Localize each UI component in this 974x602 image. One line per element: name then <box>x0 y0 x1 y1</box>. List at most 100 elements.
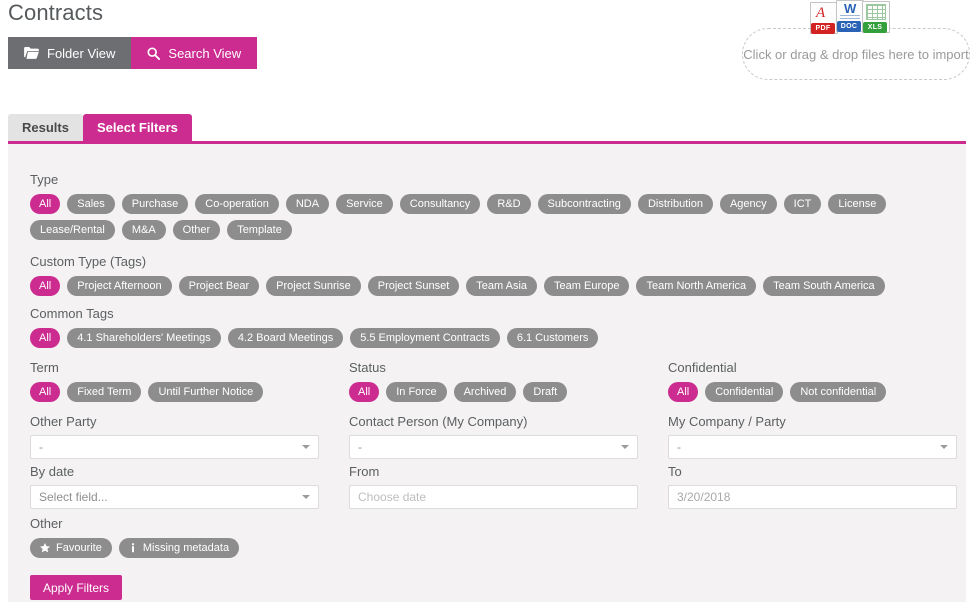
apply-filters-button[interactable]: Apply Filters <box>30 575 122 600</box>
page-title: Contracts <box>8 0 103 26</box>
term-chip-until-further-notice[interactable]: Until Further Notice <box>148 382 263 402</box>
status-chip-archived[interactable]: Archived <box>454 382 517 402</box>
custom-type-chip-all[interactable]: All <box>30 276 60 296</box>
status-chip-draft[interactable]: Draft <box>523 382 567 402</box>
type-chip-co-operation[interactable]: Co-operation <box>195 194 279 214</box>
filter-tabs: Results Select Filters <box>8 114 192 141</box>
file-dropzone[interactable]: Click or drag & drop files here to impor… <box>742 28 970 80</box>
chip-favourite-label: Favourite <box>56 543 102 554</box>
type-chip-lease-rental[interactable]: Lease/Rental <box>30 220 115 240</box>
type-chip-agency[interactable]: Agency <box>720 194 777 214</box>
type-chip-service[interactable]: Service <box>336 194 393 214</box>
term-chip-all[interactable]: All <box>30 382 60 402</box>
common-tags-chip-6-1-customers[interactable]: 6.1 Customers <box>507 328 599 348</box>
confidential-label: Confidential <box>668 360 966 375</box>
apply-filters-wrap: Apply Filters <box>30 575 122 600</box>
chip-favourite[interactable]: Favourite <box>30 538 112 558</box>
custom-type-chip-team-europe[interactable]: Team Europe <box>544 276 629 296</box>
doc-label: DOC <box>837 21 861 32</box>
folder-view-button[interactable]: Folder View <box>8 37 131 69</box>
by-date-label: By date <box>30 464 349 479</box>
my-company-value: - <box>677 440 681 454</box>
type-chip-subcontracting[interactable]: Subcontracting <box>538 194 631 214</box>
type-chip-nda[interactable]: NDA <box>286 194 329 214</box>
other-party-label: Other Party <box>30 414 349 429</box>
type-chip-distribution[interactable]: Distribution <box>638 194 713 214</box>
folder-icon <box>24 47 39 59</box>
custom-type-chip-list: All Project Afternoon Project Bear Project … <box>30 276 940 296</box>
filter-group-type: Type All Sales Purchase Co-operation NDA Serv… <box>30 172 940 240</box>
common-tags-chip-all[interactable]: All <box>30 328 60 348</box>
other-party-value: - <box>39 440 43 454</box>
type-chip-m-a[interactable]: M&A <box>122 220 166 240</box>
status-chip-all[interactable]: All <box>349 382 379 402</box>
contact-person-value: - <box>358 440 362 454</box>
field-from-date: From Choose date <box>349 464 668 509</box>
to-label: To <box>668 464 966 479</box>
custom-type-chip-project-afternoon[interactable]: Project Afternoon <box>67 276 171 296</box>
other-party-select[interactable]: - <box>30 435 319 459</box>
filter-group-custom-type: Custom Type (Tags) All Project Afternoon P… <box>30 254 940 296</box>
custom-type-chip-project-bear[interactable]: Project Bear <box>179 276 260 296</box>
confidential-chip-list: All Confidential Not confidential <box>668 382 966 402</box>
term-chip-list: All Fixed Term Until Further Notice <box>30 382 349 402</box>
chip-missing-metadata[interactable]: Missing metadata <box>119 538 239 558</box>
confidential-chip-all[interactable]: All <box>668 382 698 402</box>
custom-type-chip-project-sunrise[interactable]: Project Sunrise <box>266 276 361 296</box>
type-chip-license[interactable]: License <box>828 194 886 214</box>
type-label: Type <box>30 172 940 187</box>
contracts-page: Contracts Folder View Search View A PDF … <box>0 0 974 602</box>
common-tags-label: Common Tags <box>30 306 940 321</box>
custom-type-label: Custom Type (Tags) <box>30 254 940 269</box>
contact-person-label: Contact Person (My Company) <box>349 414 668 429</box>
filter-group-other: Other Favourite Missing metadata <box>30 516 940 558</box>
chevron-down-icon <box>940 445 948 449</box>
my-company-select[interactable]: - <box>668 435 957 459</box>
by-date-select[interactable]: Select field... <box>30 485 319 509</box>
filter-group-confidential: Confidential All Confidential Not confiden… <box>668 360 966 402</box>
from-date-input[interactable]: Choose date <box>349 485 638 509</box>
type-chip-all[interactable]: All <box>30 194 60 214</box>
confidential-chip-confidential[interactable]: Confidential <box>705 382 783 402</box>
import-area: A PDF W DOC XLS Click or drag & drop fil… <box>742 28 970 80</box>
custom-type-chip-team-north-america[interactable]: Team North America <box>636 276 756 296</box>
tab-results[interactable]: Results <box>8 114 83 141</box>
by-date-value: Select field... <box>39 490 108 504</box>
star-icon <box>40 543 50 553</box>
chevron-down-icon <box>621 445 629 449</box>
common-tags-chip-4-1-shareholders-meetings[interactable]: 4.1 Shareholders' Meetings <box>67 328 221 348</box>
to-date-value: 3/20/2018 <box>677 490 730 504</box>
custom-type-chip-project-sunset[interactable]: Project Sunset <box>368 276 460 296</box>
type-chip-purchase[interactable]: Purchase <box>122 194 188 214</box>
confidential-chip-not-confidential[interactable]: Not confidential <box>790 382 886 402</box>
info-icon <box>129 543 137 553</box>
tab-select-filters[interactable]: Select Filters <box>83 114 192 141</box>
contact-person-select[interactable]: - <box>349 435 638 459</box>
type-chip-ict[interactable]: ICT <box>784 194 822 214</box>
term-chip-fixed-term[interactable]: Fixed Term <box>67 382 141 402</box>
common-tags-chip-5-5-employment-contracts[interactable]: 5.5 Employment Contracts <box>350 328 500 348</box>
doc-file-icon: W DOC <box>836 0 864 32</box>
type-chip-r-d[interactable]: R&D <box>487 194 530 214</box>
type-chip-template[interactable]: Template <box>227 220 292 240</box>
search-view-button[interactable]: Search View <box>131 37 257 69</box>
filter-row-parties: Other Party - Contact Person (My Company… <box>30 414 966 459</box>
my-company-label: My Company / Party <box>668 414 966 429</box>
common-tags-chip-4-2-board-meetings[interactable]: 4.2 Board Meetings <box>228 328 343 348</box>
from-label: From <box>349 464 668 479</box>
xls-file-icon: XLS <box>862 1 890 33</box>
type-chip-other[interactable]: Other <box>173 220 221 240</box>
custom-type-chip-team-asia[interactable]: Team Asia <box>466 276 537 296</box>
to-date-input[interactable]: 3/20/2018 <box>668 485 957 509</box>
filter-row-dates: By date Select field... From Choose date… <box>30 464 966 509</box>
custom-type-chip-team-south-america[interactable]: Team South America <box>763 276 885 296</box>
type-chip-consultancy[interactable]: Consultancy <box>400 194 481 214</box>
filter-group-term: Term AllFixed TermUntil Further Notice <box>30 360 349 402</box>
status-chip-in-force[interactable]: In Force <box>386 382 446 402</box>
from-date-placeholder: Choose date <box>358 490 426 504</box>
type-chip-sales[interactable]: Sales <box>67 194 115 214</box>
folder-view-label: Folder View <box>47 46 115 61</box>
field-to-date: To 3/20/2018 <box>668 464 966 509</box>
xls-label: XLS <box>863 22 887 33</box>
pdf-label: PDF <box>811 23 835 34</box>
